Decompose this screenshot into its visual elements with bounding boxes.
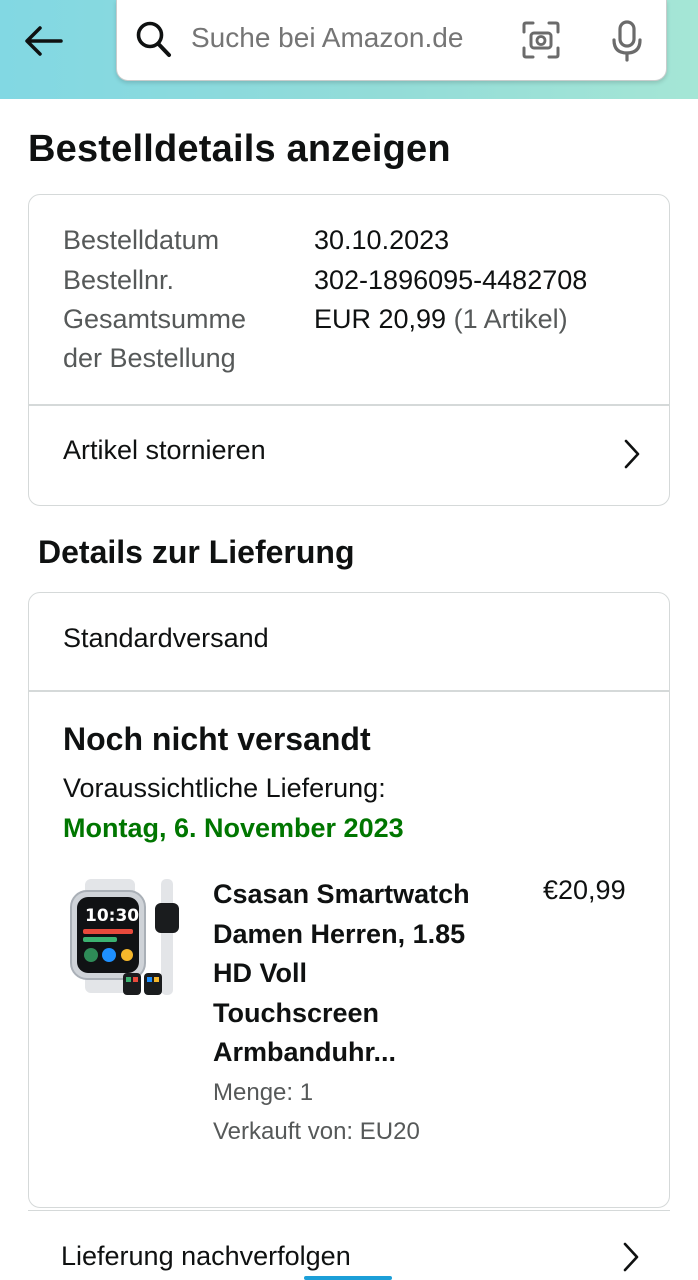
order-total-amount: EUR 20,99: [314, 304, 447, 334]
order-number-label: Bestellnr.: [63, 265, 175, 295]
svg-text:10:30: 10:30: [85, 906, 139, 926]
product-title-line[interactable]: Armbanduhr...: [213, 1033, 513, 1073]
delivery-section-title: Details zur Lieferung: [38, 534, 355, 570]
shipping-method: Standardversand: [63, 623, 269, 653]
back-button[interactable]: [18, 18, 68, 64]
order-date-label: Bestelldatum: [63, 225, 220, 255]
search-icon[interactable]: [135, 20, 173, 60]
product-title-line[interactable]: Touchscreen: [213, 994, 513, 1034]
search-placeholder[interactable]: Suche bei Amazon.de: [191, 22, 463, 54]
cancel-items-label[interactable]: Artikel stornieren: [63, 435, 266, 466]
header-bar: Suche bei Amazon.de: [0, 0, 698, 99]
order-summary-card: Bestelldatum 30.10.2023 Bestellnr. 302-1…: [28, 194, 670, 506]
product-quantity: Menge: 1: [213, 1079, 314, 1106]
product-title[interactable]: Csasan Smartwatch Damen Herren, 1.85 HD …: [213, 875, 513, 1073]
order-date-value: 30.10.2023: [314, 225, 450, 255]
track-delivery-label[interactable]: Lieferung nachverfolgen: [61, 1241, 351, 1272]
product-image[interactable]: 10:30: [65, 877, 185, 997]
product-seller: Verkauft von: EU20: [213, 1118, 420, 1145]
eta-date: Montag, 6. November 2023: [63, 813, 404, 843]
track-delivery-row[interactable]: Lieferung nachverfolgen: [28, 1210, 670, 1280]
eta-label: Voraussichtliche Lieferung:: [63, 773, 386, 803]
order-total-value: EUR 20,99 (1 Artikel): [314, 304, 568, 335]
divider: [29, 690, 669, 692]
order-number-value: 302-1896095-4482708: [314, 265, 588, 295]
product-price: €20,99: [543, 875, 626, 905]
product-title-line[interactable]: Csasan Smartwatch: [213, 875, 513, 915]
page-title: Bestelldetails anzeigen: [28, 128, 451, 170]
scroll-indicator: [304, 1276, 392, 1280]
back-arrow-icon: [25, 26, 63, 56]
order-total-label-line2: der Bestellung: [63, 343, 236, 373]
product-title-line[interactable]: HD Voll: [213, 954, 513, 994]
chevron-right-icon: [623, 1242, 639, 1272]
order-total-label-line1: Gesamtsumme: [63, 304, 247, 334]
microphone-icon[interactable]: [611, 20, 643, 62]
shipment-status: Noch nicht versandt: [63, 721, 371, 757]
chevron-right-icon: [624, 439, 640, 469]
search-input[interactable]: Suche bei Amazon.de: [116, 0, 667, 81]
product-title-line[interactable]: Damen Herren, 1.85: [213, 915, 513, 955]
cancel-items-row[interactable]: Artikel stornieren: [29, 406, 669, 505]
camera-icon[interactable]: [521, 20, 561, 60]
order-total-items: (1 Artikel): [453, 304, 568, 334]
delivery-card: Standardversand Noch nicht versandt Vora…: [28, 592, 670, 1208]
